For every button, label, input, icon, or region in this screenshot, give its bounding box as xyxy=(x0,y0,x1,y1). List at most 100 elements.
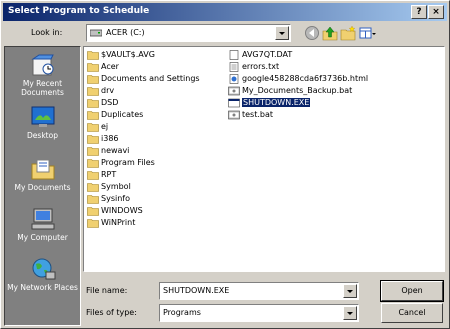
file-icon xyxy=(229,50,239,60)
title-bar: Select Program to Schedule ? × xyxy=(3,3,447,21)
places-bar: My Recent Documents Desktop My Documents xyxy=(4,46,81,326)
folder-icon xyxy=(87,207,99,216)
cancel-button[interactable]: Cancel xyxy=(381,303,443,323)
text-file-icon xyxy=(229,62,239,72)
place-desktop[interactable]: Desktop xyxy=(5,105,80,140)
my-computer-icon xyxy=(31,208,54,230)
file-name: test.bat xyxy=(242,110,274,119)
list-item[interactable]: RPT xyxy=(86,169,200,181)
list-item[interactable]: $VAULT$.AVG xyxy=(86,49,200,61)
file-name: SHUTDOWN.EXE xyxy=(240,97,312,108)
recent-documents-icon xyxy=(30,54,54,76)
list-item[interactable]: DSD xyxy=(86,97,200,109)
file-name: newavi xyxy=(101,146,130,155)
place-label: My Recent Documents xyxy=(21,79,64,97)
filetype-label: Files of type: xyxy=(86,308,137,317)
place-label: Desktop xyxy=(27,131,58,140)
folder-icon xyxy=(87,63,99,72)
chevron-down-icon[interactable] xyxy=(275,26,289,40)
list-item[interactable]: Symbol xyxy=(86,181,200,193)
folder-icon xyxy=(87,219,99,228)
file-name: WiNPrint xyxy=(101,218,136,227)
file-column: $VAULT$.AVG Acer Documents and Settings drv… xyxy=(86,49,200,229)
filetype-select[interactable]: Programs xyxy=(159,304,359,322)
lookin-value: ACER (C:) xyxy=(106,28,145,37)
new-folder-icon[interactable] xyxy=(340,25,356,41)
list-item[interactable]: errors.txt xyxy=(227,61,368,73)
file-name: Program Files xyxy=(101,158,155,167)
open-button[interactable]: Open xyxy=(380,280,444,302)
folder-icon xyxy=(87,99,99,108)
list-item[interactable]: google458288cda6f3736b.html xyxy=(227,73,368,85)
folder-icon xyxy=(87,75,99,84)
file-name: i386 xyxy=(101,134,119,143)
folder-icon xyxy=(87,51,99,60)
file-list[interactable]: $VAULT$.AVG Acer Documents and Settings drv… xyxy=(83,46,445,272)
file-name: Acer xyxy=(101,62,119,71)
place-my-documents[interactable]: My Documents xyxy=(5,157,80,192)
file-name: Duplicates xyxy=(101,110,144,119)
folder-icon xyxy=(87,147,99,156)
list-item[interactable]: My_Documents_Backup.bat xyxy=(227,85,368,97)
filename-input[interactable]: SHUTDOWN.EXE xyxy=(159,282,359,300)
chevron-down-icon[interactable] xyxy=(343,306,357,320)
exe-file-icon xyxy=(228,98,240,108)
place-my-computer[interactable]: My Computer xyxy=(5,207,80,242)
desktop-icon xyxy=(31,106,54,127)
views-menu-icon[interactable] xyxy=(359,25,377,41)
list-item[interactable]: Duplicates xyxy=(86,109,200,121)
file-column: AVG7QT.DAT errors.txt google458288cda6f373… xyxy=(227,49,368,121)
file-name: drv xyxy=(101,86,115,95)
list-item[interactable]: Sysinfo xyxy=(86,193,200,205)
folder-icon xyxy=(87,159,99,168)
place-label: My Network Places xyxy=(7,283,78,292)
list-item[interactable]: SHUTDOWN.EXE xyxy=(227,97,368,109)
folder-icon xyxy=(87,183,99,192)
file-name: AVG7QT.DAT xyxy=(242,50,293,59)
file-name: errors.txt xyxy=(242,62,280,71)
list-item[interactable]: newavi xyxy=(86,145,200,157)
folder-icon xyxy=(87,171,99,180)
filename-value: SHUTDOWN.EXE xyxy=(163,286,230,295)
file-name: ej xyxy=(101,122,109,131)
list-item[interactable]: drv xyxy=(86,85,200,97)
list-item[interactable]: Documents and Settings xyxy=(86,73,200,85)
close-button[interactable]: × xyxy=(428,5,444,19)
list-item[interactable]: test.bat xyxy=(227,109,368,121)
place-recent-documents[interactable]: My Recent Documents xyxy=(5,53,80,97)
lookin-label: Look in: xyxy=(31,28,63,37)
folder-icon xyxy=(87,111,99,120)
help-button[interactable]: ? xyxy=(411,5,427,19)
file-name: Documents and Settings xyxy=(101,74,200,83)
file-name: $VAULT$.AVG xyxy=(101,50,155,59)
list-item[interactable]: AVG7QT.DAT xyxy=(227,49,368,61)
folder-icon xyxy=(87,135,99,144)
list-item[interactable]: WiNPrint xyxy=(86,217,200,229)
dialog-title: Select Program to Schedule xyxy=(8,6,150,16)
batch-file-icon xyxy=(228,86,240,96)
html-file-icon xyxy=(229,74,239,84)
chevron-down-icon[interactable] xyxy=(343,284,357,298)
place-label: My Documents xyxy=(14,183,71,192)
file-name: google458288cda6f3736b.html xyxy=(242,74,369,83)
filetype-value: Programs xyxy=(163,308,201,317)
list-item[interactable]: WINDOWS xyxy=(86,205,200,217)
list-item[interactable]: i386 xyxy=(86,133,200,145)
select-program-dialog: Select Program to Schedule ? × Look in: … xyxy=(0,0,450,329)
back-icon[interactable] xyxy=(304,25,320,41)
file-name: WINDOWS xyxy=(101,206,143,215)
file-name: My_Documents_Backup.bat xyxy=(242,86,353,95)
folder-icon xyxy=(87,87,99,96)
folder-icon xyxy=(87,123,99,132)
place-network-places[interactable]: My Network Places xyxy=(5,257,80,292)
batch-file-icon xyxy=(228,110,240,120)
file-name: Sysinfo xyxy=(101,194,130,203)
list-item[interactable]: ej xyxy=(86,121,200,133)
place-label: My Computer xyxy=(17,233,68,242)
lookin-dropdown[interactable]: ACER (C:) xyxy=(86,24,291,42)
list-item[interactable]: Program Files xyxy=(86,157,200,169)
up-folder-icon[interactable] xyxy=(322,25,338,41)
list-item[interactable]: Acer xyxy=(86,61,200,73)
file-name: DSD xyxy=(101,98,119,107)
file-name: Symbol xyxy=(101,182,131,191)
